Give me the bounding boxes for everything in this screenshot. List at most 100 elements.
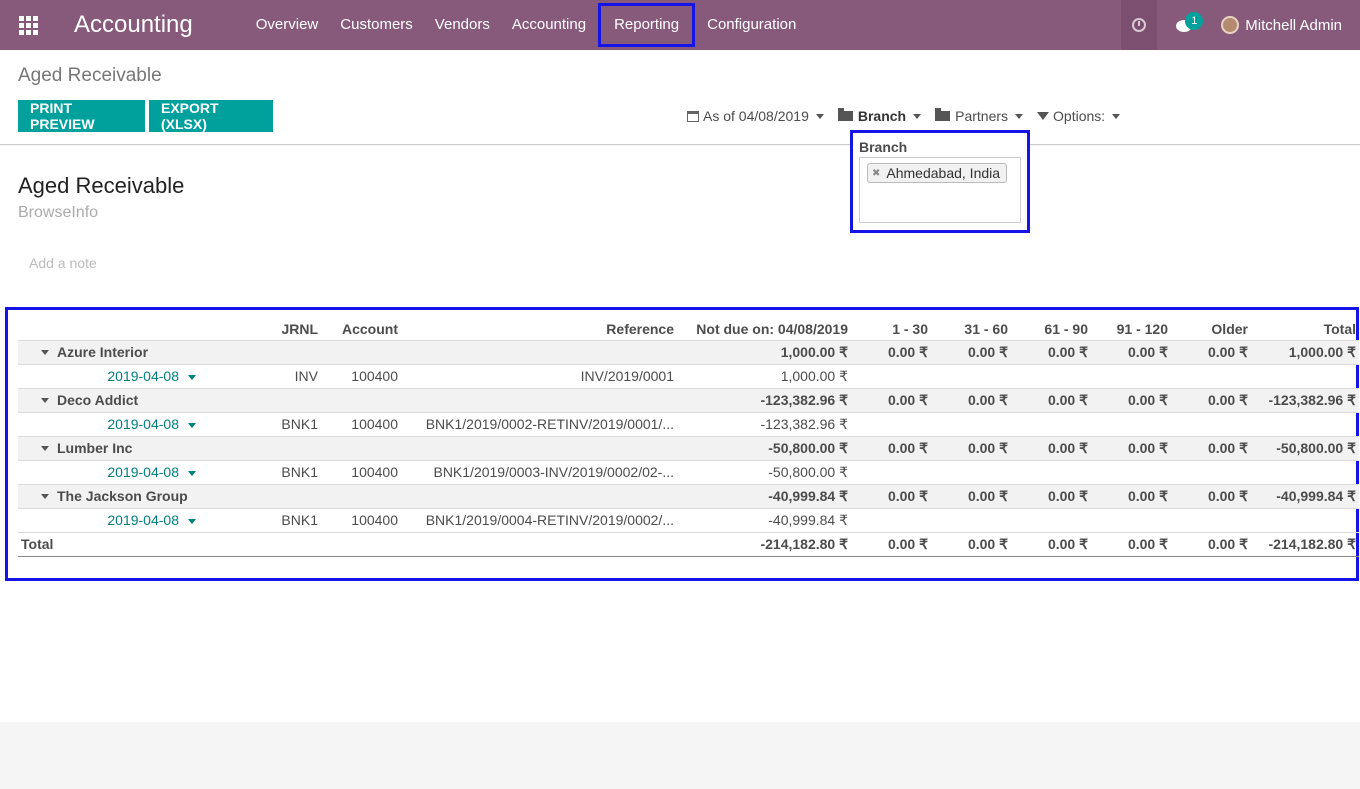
app-name: Accounting bbox=[74, 11, 193, 38]
partner-row[interactable]: The Jackson Group -40,999.84 ₹ 0.00 ₹ 0.… bbox=[18, 483, 1359, 509]
value-cell: 0.00 ₹ bbox=[1011, 483, 1091, 509]
value-cell: 0.00 ₹ bbox=[931, 435, 1011, 461]
partner-name-cell[interactable]: Azure Interior bbox=[18, 339, 677, 365]
menu-accounting[interactable]: Accounting bbox=[501, 0, 597, 50]
empty-cell bbox=[1091, 412, 1171, 437]
value-cell: 0.00 ₹ bbox=[1011, 387, 1091, 413]
value-cell: 0.00 ₹ bbox=[1171, 483, 1251, 509]
move-date-link[interactable]: 2019-04-08 bbox=[107, 368, 179, 384]
date-cell[interactable]: 2019-04-08 bbox=[18, 508, 208, 533]
menu-configuration[interactable]: Configuration bbox=[696, 0, 807, 50]
apps-menu-button[interactable] bbox=[0, 0, 56, 50]
print-preview-button[interactable]: PRINT PREVIEW bbox=[18, 100, 145, 132]
partner-row[interactable]: Lumber Inc -50,800.00 ₹ 0.00 ₹ 0.00 ₹ 0.… bbox=[18, 435, 1359, 461]
column-header: Account bbox=[342, 320, 398, 337]
menu-vendors[interactable]: Vendors bbox=[424, 0, 501, 50]
column-header: 61 - 90 bbox=[1044, 320, 1088, 337]
caret-down-icon bbox=[815, 113, 824, 119]
export-xlsx-button[interactable]: EXPORT (XLSX) bbox=[149, 100, 273, 132]
branch-tag-label: Ahmedabad, India bbox=[886, 165, 1001, 181]
menu-customers[interactable]: Customers bbox=[329, 0, 424, 50]
value-cell: 0.00 ₹ bbox=[851, 483, 931, 509]
empty-cell bbox=[1251, 364, 1359, 389]
column-header: 31 - 60 bbox=[964, 320, 1008, 337]
column-header: Total bbox=[1323, 320, 1356, 337]
reference-cell: BNK1/2019/0002-RETINV/2019/0001/... bbox=[401, 412, 677, 437]
partner-name: Deco Addict bbox=[57, 392, 139, 408]
empty-cell bbox=[1251, 460, 1359, 485]
caret-down-icon bbox=[913, 113, 922, 119]
empty-cell bbox=[1171, 412, 1251, 437]
move-date-link[interactable]: 2019-04-08 bbox=[107, 464, 179, 480]
options-filter[interactable]: Options: bbox=[1037, 108, 1121, 124]
chat-count-badge: 1 bbox=[1185, 12, 1204, 30]
total-value-cell: 0.00 ₹ bbox=[931, 532, 1011, 557]
branch-tag[interactable]: ✖ Ahmedabad, India bbox=[867, 163, 1008, 183]
menu-overview[interactable]: Overview bbox=[245, 0, 330, 50]
caret-down-icon bbox=[41, 397, 49, 403]
move-line-row: 2019-04-08 INV 100400 INV/2019/0001 1,00… bbox=[18, 364, 1359, 389]
date-cell[interactable]: 2019-04-08 bbox=[18, 412, 208, 437]
empty-cell bbox=[1091, 508, 1171, 533]
partner-name-cell[interactable]: Deco Addict bbox=[18, 387, 677, 413]
partner-name: Azure Interior bbox=[57, 344, 149, 360]
caret-down-icon[interactable] bbox=[188, 422, 196, 428]
total-value-cell: -214,182.80 ₹ bbox=[1251, 532, 1359, 557]
move-date-link[interactable]: 2019-04-08 bbox=[107, 512, 179, 528]
partner-row[interactable]: Deco Addict -123,382.96 ₹ 0.00 ₹ 0.00 ₹ … bbox=[18, 387, 1359, 413]
total-value-cell: 0.00 ₹ bbox=[1171, 532, 1251, 557]
account-cell: 100400 bbox=[321, 460, 401, 485]
partners-filter[interactable]: Partners bbox=[935, 108, 1024, 124]
control-panel: Aged Receivable PRINT PREVIEW EXPORT (XL… bbox=[0, 50, 1360, 145]
empty-cell bbox=[1011, 460, 1091, 485]
branch-dropdown-label: Branch bbox=[859, 139, 908, 155]
menu-reporting[interactable]: Reporting bbox=[598, 3, 696, 47]
value-cell: 0.00 ₹ bbox=[931, 387, 1011, 413]
move-line-row: 2019-04-08 BNK1 100400 BNK1/2019/0002-RE… bbox=[18, 412, 1359, 437]
date-cell[interactable]: 2019-04-08 bbox=[18, 460, 208, 485]
apps-grid-icon bbox=[18, 15, 38, 35]
clock-icon bbox=[1132, 18, 1147, 32]
move-line-row: 2019-04-08 BNK1 100400 BNK1/2019/0003-IN… bbox=[18, 460, 1359, 485]
move-date-link[interactable]: 2019-04-08 bbox=[107, 416, 179, 432]
caret-down-icon bbox=[41, 493, 49, 499]
branch-filter[interactable]: Branch bbox=[837, 108, 922, 124]
remove-tag-icon[interactable]: ✖ bbox=[872, 168, 880, 179]
empty-cell bbox=[1171, 364, 1251, 389]
partners-filter-label: Partners bbox=[955, 108, 1009, 124]
add-note-field[interactable]: Add a note bbox=[29, 255, 97, 271]
empty-cell bbox=[1011, 364, 1091, 389]
caret-down-icon[interactable] bbox=[188, 374, 196, 380]
empty-cell bbox=[1251, 412, 1359, 437]
column-header bbox=[18, 318, 208, 340]
value-cell: 0.00 ₹ bbox=[851, 387, 931, 413]
branch-select-field[interactable]: ✖ Ahmedabad, India bbox=[859, 157, 1021, 223]
value-cell: 0.00 ₹ bbox=[931, 339, 1011, 365]
date-filter[interactable]: As of 04/08/2019 bbox=[687, 108, 824, 124]
value-cell: -123,382.96 ₹ bbox=[1251, 387, 1359, 413]
jrnl-cell: BNK1 bbox=[208, 508, 321, 533]
partner-row[interactable]: Azure Interior 1,000.00 ₹ 0.00 ₹ 0.00 ₹ … bbox=[18, 339, 1359, 365]
user-menu-button[interactable]: Mitchell Admin bbox=[1211, 0, 1360, 50]
empty-cell bbox=[851, 364, 931, 389]
total-value-cell: 0.00 ₹ bbox=[851, 532, 931, 557]
value-cell: 0.00 ₹ bbox=[851, 339, 931, 365]
messaging-button[interactable]: 1 bbox=[1157, 0, 1211, 50]
column-header: Reference bbox=[606, 320, 674, 337]
report-title: Aged Receivable bbox=[18, 173, 185, 198]
caret-down-icon[interactable] bbox=[188, 518, 196, 524]
caret-down-icon[interactable] bbox=[188, 470, 196, 476]
caret-down-icon bbox=[41, 445, 49, 451]
not-due-cell: -40,999.84 ₹ bbox=[677, 508, 851, 533]
partner-name-cell[interactable]: The Jackson Group bbox=[18, 483, 677, 509]
company-name: BrowseInfo bbox=[18, 204, 99, 221]
date-cell[interactable]: 2019-04-08 bbox=[18, 364, 208, 389]
folder-open-icon bbox=[935, 108, 951, 121]
activities-button[interactable] bbox=[1121, 0, 1158, 50]
empty-cell bbox=[1171, 460, 1251, 485]
partner-name: Lumber Inc bbox=[57, 440, 133, 456]
user-name: Mitchell Admin bbox=[1245, 16, 1342, 34]
partner-name-cell[interactable]: Lumber Inc bbox=[18, 435, 677, 461]
column-header: JRNL bbox=[281, 320, 318, 337]
empty-cell bbox=[931, 412, 1011, 437]
